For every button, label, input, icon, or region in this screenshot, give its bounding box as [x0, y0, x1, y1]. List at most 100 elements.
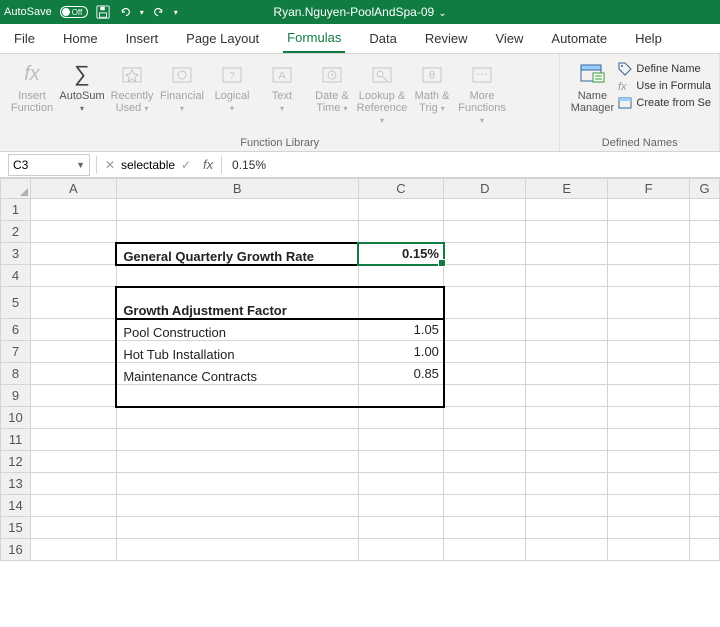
tab-page-layout[interactable]: Page Layout — [182, 25, 263, 52]
cell-b6[interactable]: Pool Construction — [116, 319, 358, 341]
formula-input[interactable]: 0.15% — [224, 158, 720, 172]
create-from-selection-button[interactable]: Create from Se — [618, 96, 711, 110]
group-defined-names: Defined Names — [568, 135, 711, 149]
row-header-7[interactable]: 7 — [1, 341, 31, 363]
text-button[interactable]: A Text▾ — [258, 58, 306, 116]
tab-automate[interactable]: Automate — [547, 25, 611, 52]
cell-c5[interactable] — [358, 287, 444, 319]
col-header-f[interactable]: F — [608, 179, 690, 199]
tab-home[interactable]: Home — [59, 25, 102, 52]
formula-icon: fx — [618, 79, 632, 93]
use-in-formula-button[interactable]: fx Use in Formula — [618, 79, 711, 93]
tab-file[interactable]: File — [10, 25, 39, 52]
col-header-a[interactable]: A — [30, 179, 116, 199]
row-header-15[interactable]: 15 — [1, 517, 31, 539]
undo-icon[interactable] — [118, 5, 132, 19]
cell-c7[interactable]: 1.00 — [358, 341, 444, 363]
row-header-9[interactable]: 9 — [1, 385, 31, 407]
tab-review[interactable]: Review — [421, 25, 472, 52]
cell-b5[interactable]: Growth Adjustment Factor — [116, 287, 358, 319]
save-icon[interactable] — [96, 5, 110, 19]
menu-tabs: File Home Insert Page Layout Formulas Da… — [0, 24, 720, 54]
lookup-reference-button[interactable]: Lookup & Reference ▾ — [358, 58, 406, 128]
cell-b8[interactable]: Maintenance Contracts — [116, 363, 358, 385]
cell-c6[interactable]: 1.05 — [358, 319, 444, 341]
star-icon — [118, 60, 146, 88]
autosave-label: AutoSave — [4, 6, 52, 18]
financial-icon — [168, 60, 196, 88]
row-header-10[interactable]: 10 — [1, 407, 31, 429]
col-header-g[interactable]: G — [690, 179, 720, 199]
autosave-toggle[interactable]: Off — [60, 6, 88, 18]
undo-dropdown-icon[interactable]: ▾ — [140, 8, 144, 17]
row-header-13[interactable]: 13 — [1, 473, 31, 495]
tab-view[interactable]: View — [491, 25, 527, 52]
row-header-4[interactable]: 4 — [1, 265, 31, 287]
svg-text:θ: θ — [429, 70, 435, 82]
col-header-b[interactable]: B — [116, 179, 358, 199]
qat-dropdown-icon[interactable]: ▾ — [174, 8, 178, 17]
cell-b9[interactable] — [116, 385, 358, 407]
tab-formulas[interactable]: Formulas — [283, 24, 345, 53]
math-trig-button[interactable]: θ Math & Trig ▾ — [408, 58, 456, 116]
cell-c9[interactable] — [358, 385, 444, 407]
select-all-cell[interactable] — [1, 179, 31, 199]
insert-function-button[interactable]: fx Insert Function — [8, 58, 56, 116]
name-manager-button[interactable]: Name Manager — [568, 58, 616, 116]
row-header-12[interactable]: 12 — [1, 451, 31, 473]
ribbon: fx Insert Function ∑ AutoSum▾ Recently U… — [0, 54, 720, 152]
col-header-e[interactable]: E — [526, 179, 608, 199]
autosum-button[interactable]: ∑ AutoSum▾ — [58, 58, 106, 116]
row-header-14[interactable]: 14 — [1, 495, 31, 517]
row-header-1[interactable]: 1 — [1, 199, 31, 221]
logical-button[interactable]: ? Logical▾ — [208, 58, 256, 116]
col-header-c[interactable]: C — [358, 179, 444, 199]
create-icon — [618, 96, 632, 110]
tab-insert[interactable]: Insert — [122, 25, 163, 52]
row-header-2[interactable]: 2 — [1, 221, 31, 243]
more-icon: ⋯ — [468, 60, 496, 88]
date-time-button[interactable]: Date & Time ▾ — [308, 58, 356, 116]
svg-text:fx: fx — [618, 81, 627, 93]
tag-icon — [618, 62, 632, 76]
define-name-button[interactable]: Define Name — [618, 62, 711, 76]
enter-formula-button[interactable]: ✓ — [175, 154, 197, 176]
clock-icon — [318, 60, 346, 88]
cell-b7[interactable]: Hot Tub Installation — [116, 341, 358, 363]
row-header-6[interactable]: 6 — [1, 319, 31, 341]
cell-c3[interactable]: 0.15% — [358, 243, 444, 265]
recently-used-button[interactable]: Recently Used ▾ — [108, 58, 156, 116]
svg-text:A: A — [278, 70, 286, 82]
spreadsheet-grid[interactable]: A B C D E F G 1 2 3 General Quarterly Gr… — [0, 178, 720, 561]
cell-b3[interactable]: General Quarterly Growth Rate — [116, 243, 358, 265]
cell-c8[interactable]: 0.85 — [358, 363, 444, 385]
tab-data[interactable]: Data — [365, 25, 400, 52]
row-header-5[interactable]: 5 — [1, 287, 31, 319]
name-manager-icon — [578, 60, 606, 88]
name-box[interactable]: C3 ▼ — [8, 154, 90, 176]
title-chevron-icon[interactable]: ⌄ — [438, 8, 446, 19]
svg-text:?: ? — [229, 71, 235, 82]
x-icon: ✕ — [105, 158, 115, 172]
group-function-library: Function Library — [8, 135, 551, 149]
financial-button[interactable]: Financial▾ — [158, 58, 206, 116]
window-title: Ryan.Nguyen-PoolAndSpa-09⌄ — [273, 5, 446, 19]
row-header-8[interactable]: 8 — [1, 363, 31, 385]
logical-icon: ? — [218, 60, 246, 88]
svg-text:⋯: ⋯ — [476, 67, 488, 81]
lookup-icon — [368, 60, 396, 88]
cancel-formula-button[interactable]: ✕ — [99, 154, 121, 176]
text-icon: A — [268, 60, 296, 88]
title-bar: AutoSave Off ▾ ▾ Ryan.Nguyen-PoolAndSpa-… — [0, 0, 720, 24]
redo-icon[interactable] — [152, 5, 166, 19]
check-icon: ✓ — [181, 158, 191, 172]
row-header-16[interactable]: 16 — [1, 539, 31, 561]
more-functions-button[interactable]: ⋯ More Functions ▾ — [458, 58, 506, 128]
namebox-dropdown-icon[interactable]: ▼ — [76, 160, 85, 170]
tab-help[interactable]: Help — [631, 25, 666, 52]
row-header-11[interactable]: 11 — [1, 429, 31, 451]
row-header-3[interactable]: 3 — [1, 243, 31, 265]
fx-button[interactable]: fx — [197, 154, 219, 176]
col-header-d[interactable]: D — [444, 179, 526, 199]
sigma-icon: ∑ — [68, 60, 96, 88]
